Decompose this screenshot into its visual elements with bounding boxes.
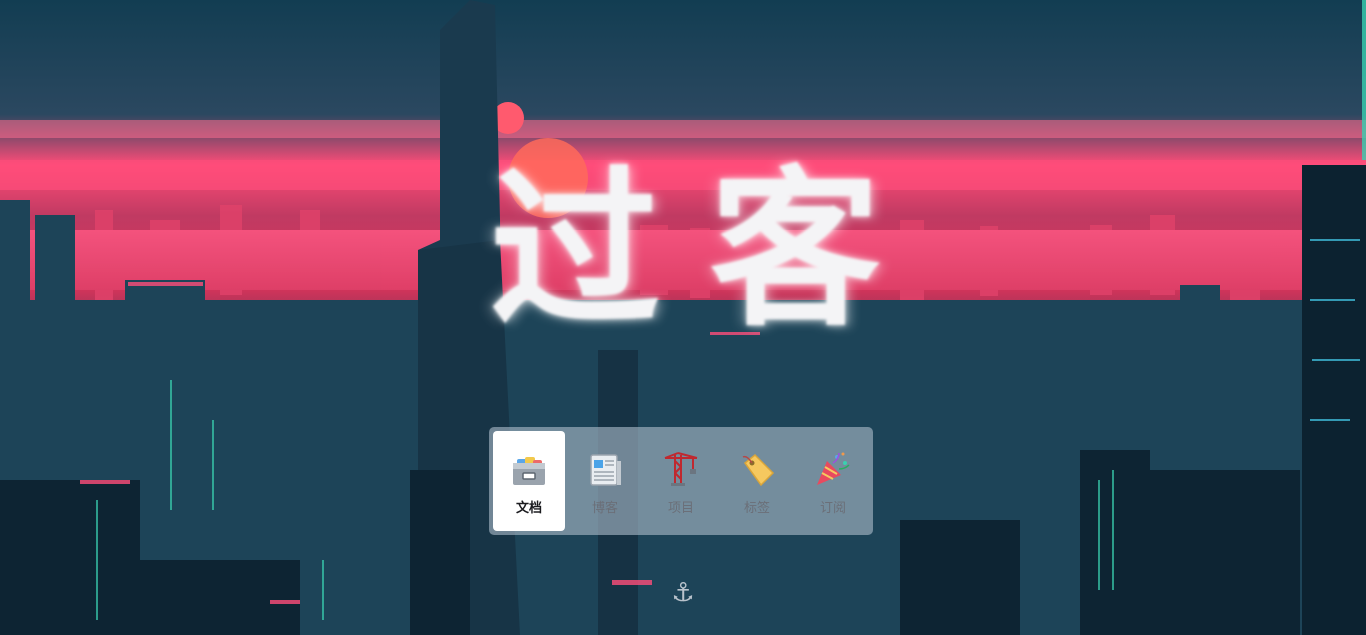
construction-crane-icon bbox=[659, 447, 703, 491]
label-tag-icon bbox=[735, 447, 779, 491]
nav-item-subscribe[interactable]: 订阅 bbox=[797, 431, 869, 531]
nav-item-projects[interactable]: 项目 bbox=[645, 431, 717, 531]
newspaper-icon bbox=[583, 447, 627, 491]
hero-title-right: 客 bbox=[710, 150, 891, 350]
nav-item-blog[interactable]: 博客 bbox=[569, 431, 641, 531]
nav-item-subscribe-label: 订阅 bbox=[819, 500, 846, 516]
party-popper-icon bbox=[811, 447, 855, 491]
nav-item-projects-label: 项目 bbox=[667, 500, 694, 516]
scrollbar[interactable] bbox=[1362, 0, 1366, 160]
hero-title: 过 客 bbox=[450, 140, 930, 360]
nav-item-blog-label: 博客 bbox=[591, 500, 618, 516]
nav-item-docs[interactable]: 文档 bbox=[493, 431, 565, 531]
nav-item-tags-label: 标签 bbox=[743, 500, 770, 516]
hero-title-left: 过 bbox=[489, 150, 670, 350]
card-file-box-icon bbox=[507, 447, 551, 491]
anchor-icon[interactable]: ⚓ bbox=[668, 578, 698, 608]
nav-item-docs-label: 文档 bbox=[515, 500, 542, 516]
nav-item-tags[interactable]: 标签 bbox=[721, 431, 793, 531]
main-nav: 文档 博客 项目 标签 订阅 bbox=[489, 427, 873, 535]
